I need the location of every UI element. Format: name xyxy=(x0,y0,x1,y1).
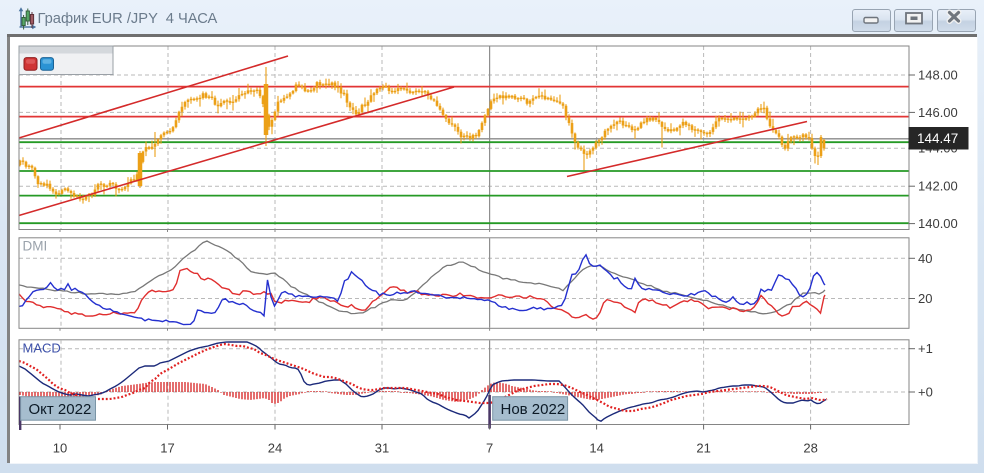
svg-text:142.00: 142.00 xyxy=(918,179,958,194)
svg-text:28: 28 xyxy=(803,441,817,456)
svg-text:148.00: 148.00 xyxy=(918,68,958,83)
svg-text:146.00: 146.00 xyxy=(918,105,958,120)
svg-text:21: 21 xyxy=(696,441,710,456)
svg-text:14: 14 xyxy=(589,441,603,456)
svg-text:20: 20 xyxy=(918,291,932,306)
svg-text:140.00: 140.00 xyxy=(918,216,958,231)
svg-text:144.47: 144.47 xyxy=(917,131,958,146)
svg-text:+0: +0 xyxy=(918,385,933,400)
svg-text:+1: +1 xyxy=(918,341,933,356)
svg-text:7: 7 xyxy=(486,441,493,456)
svg-text:31: 31 xyxy=(375,441,389,456)
svg-text:DMI: DMI xyxy=(23,239,48,254)
svg-text:Нов 2022: Нов 2022 xyxy=(501,401,566,418)
svg-text:Окт 2022: Окт 2022 xyxy=(29,401,92,418)
svg-text:17: 17 xyxy=(160,441,174,456)
svg-text:24: 24 xyxy=(268,441,282,456)
svg-text:MACD: MACD xyxy=(23,341,61,356)
svg-text:40: 40 xyxy=(918,251,932,266)
svg-text:10: 10 xyxy=(53,441,67,456)
